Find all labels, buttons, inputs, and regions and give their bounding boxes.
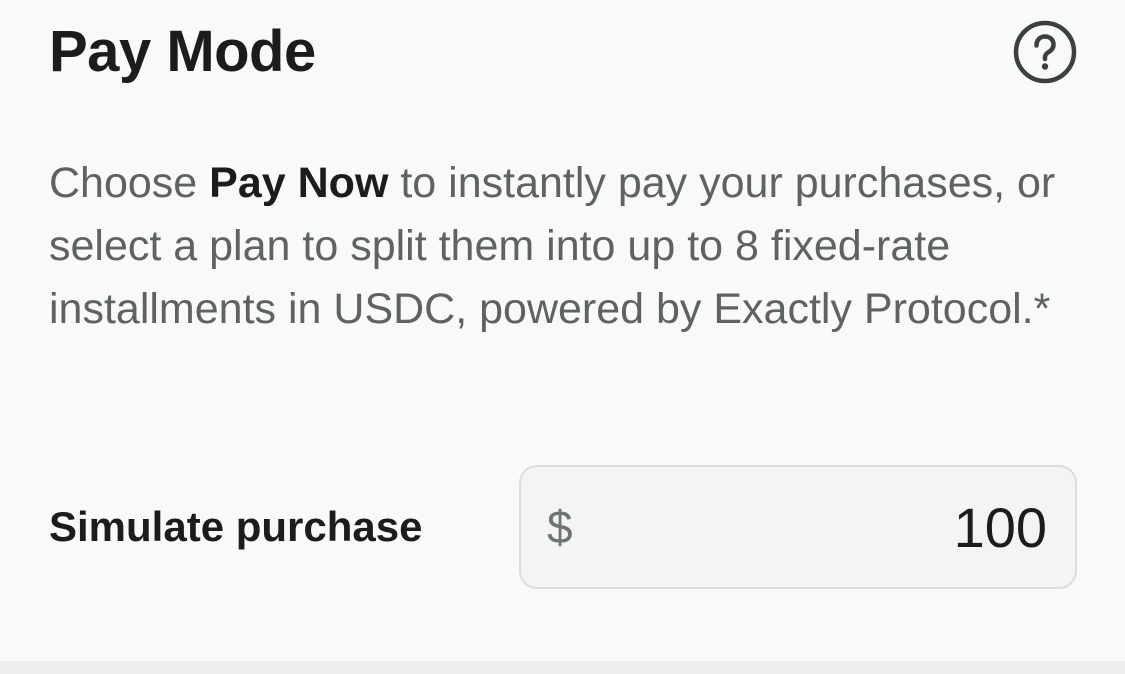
- pay-mode-screen: Pay Mode Choose Pay Now to instantly pay…: [0, 0, 1125, 674]
- simulate-purchase-label: Simulate purchase: [49, 503, 423, 550]
- purchase-amount-input[interactable]: [572, 494, 1047, 560]
- description-prefix: Choose: [49, 159, 210, 207]
- purchase-amount-field[interactable]: $: [519, 465, 1077, 589]
- pay-now-highlight: Pay Now: [209, 159, 389, 207]
- pay-mode-description: Choose Pay Now to instantly pay your pur…: [49, 152, 1079, 341]
- question-circle-icon: [1013, 20, 1077, 84]
- header: Pay Mode: [49, 14, 1077, 90]
- help-button[interactable]: [1013, 20, 1077, 84]
- bottom-divider: [0, 661, 1125, 674]
- page-title: Pay Mode: [49, 19, 316, 84]
- simulate-purchase-row: Simulate purchase $: [49, 463, 1077, 591]
- currency-symbol: $: [547, 501, 573, 553]
